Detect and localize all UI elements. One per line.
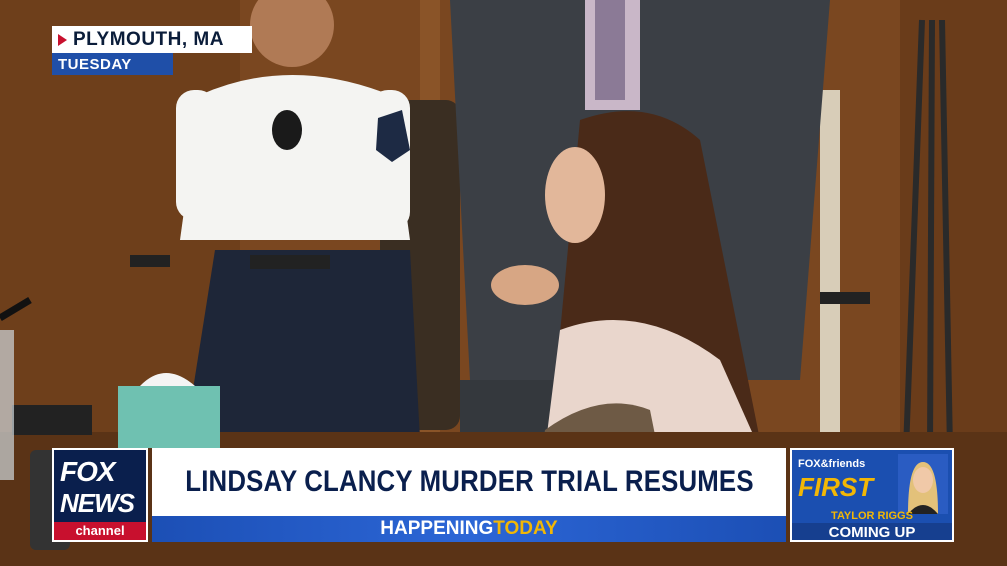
location-city: PLYMOUTH, MA [73,28,224,50]
promo-show-name: FOX&friends [798,458,866,470]
logo-fox-text: FOX [60,456,116,487]
subheadline-happening: HAPPENING [380,518,494,539]
promo-host-name: TAYLOR RIGGS [831,510,913,522]
headline-banner: LINDSAY CLANCY MURDER TRIAL RESUMES [152,448,786,516]
location-city-bar: PLYMOUTH, MA [52,26,252,53]
location-day: TUESDAY [52,53,173,75]
promo-coming-up: COMING UP [792,523,952,540]
logo-channel-text: channel [54,522,146,540]
video-frame: PLYMOUTH, MA TUESDAY FOX NEWS channel LI… [0,0,1007,566]
promo-first-text: FIRST [798,472,874,502]
play-arrow-icon [58,33,67,46]
headline-text: LINDSAY CLANCY MURDER TRIAL RESUMES [184,465,754,498]
subheadline-banner: HAPPENING TODAY [152,516,786,542]
location-slate: PLYMOUTH, MA TUESDAY [52,26,252,75]
subheadline-today: TODAY [493,518,558,539]
logo-news-text: NEWS [60,488,135,518]
fox-news-logo: FOX NEWS channel [52,448,148,542]
host-photo [898,454,948,514]
show-promo: FOX&friends FIRST TAYLOR RIGGS COMING UP [790,448,954,542]
